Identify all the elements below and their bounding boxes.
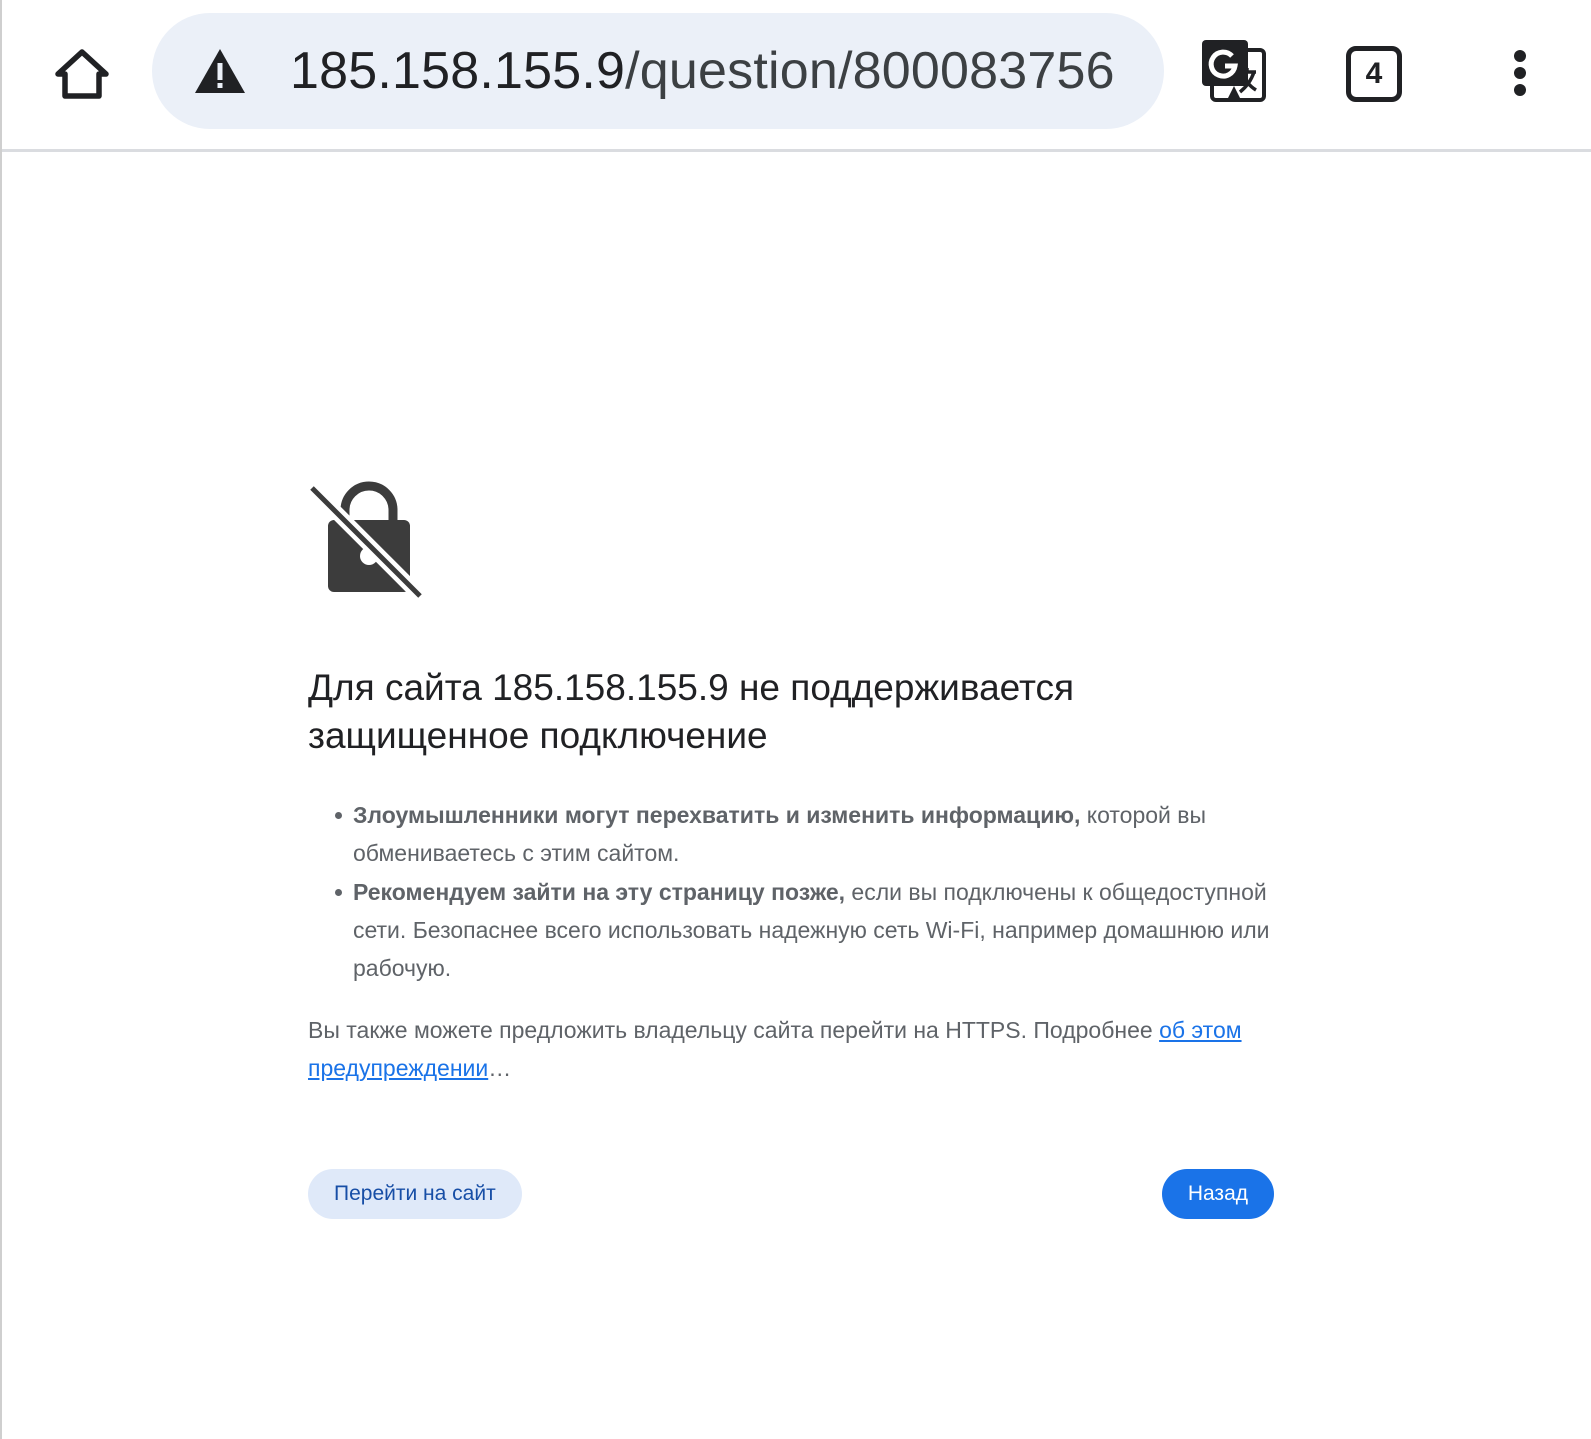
lock-off-icon bbox=[308, 481, 425, 600]
proceed-button[interactable]: Перейти на сайт bbox=[308, 1169, 522, 1219]
warning-triangle-icon[interactable] bbox=[192, 43, 248, 99]
tab-count: 4 bbox=[1346, 46, 1402, 102]
https-suggestion-text: Вы также можете предложить владельцу сай… bbox=[308, 1017, 1160, 1043]
browser-window: 185.158.155.9/question/800083756 4 Для с… bbox=[0, 0, 1591, 1439]
more-menu-button[interactable] bbox=[1490, 40, 1550, 106]
list-item-bold: Рекомендуем зайти на эту страницу позже, bbox=[353, 879, 846, 905]
interstitial-content: Для сайта 185.158.155.9 не поддерживаетс… bbox=[308, 480, 1274, 1221]
more-vert-icon bbox=[1514, 50, 1526, 62]
home-icon bbox=[55, 49, 109, 99]
address-bar[interactable]: 185.158.155.9/question/800083756 bbox=[152, 13, 1164, 129]
ellipsis: … bbox=[488, 1055, 512, 1081]
list-item: Злоумышленники могут перехватить и измен… bbox=[335, 796, 1274, 872]
translate-icon bbox=[1202, 40, 1266, 102]
https-suggestion: Вы также можете предложить владельцу сай… bbox=[308, 1011, 1248, 1087]
url-path: /question/800083756 bbox=[625, 42, 1115, 100]
translate-button[interactable] bbox=[1198, 36, 1270, 108]
more-vert-icon-dot bbox=[1514, 67, 1526, 79]
more-vert-icon-dot bbox=[1514, 84, 1526, 96]
tab-switcher-button[interactable]: 4 bbox=[1340, 38, 1406, 104]
browser-toolbar: 185.158.155.9/question/800083756 4 bbox=[2, 0, 1591, 152]
action-buttons: Перейти на сайт Назад bbox=[308, 1169, 1274, 1221]
url-text[interactable]: 185.158.155.9/question/800083756 bbox=[290, 13, 1115, 129]
home-button[interactable] bbox=[46, 38, 118, 110]
page-title: Для сайта 185.158.155.9 не поддерживаетс… bbox=[308, 667, 1075, 756]
warning-list: Злоумышленники могут перехватить и измен… bbox=[308, 796, 1274, 987]
list-item-bold: Злоумышленники могут перехватить и измен… bbox=[353, 802, 1081, 828]
back-button[interactable]: Назад bbox=[1161, 1169, 1274, 1219]
url-host: 185.158.155.9 bbox=[290, 42, 626, 100]
list-item: Рекомендуем зайти на эту страницу позже,… bbox=[335, 873, 1274, 987]
